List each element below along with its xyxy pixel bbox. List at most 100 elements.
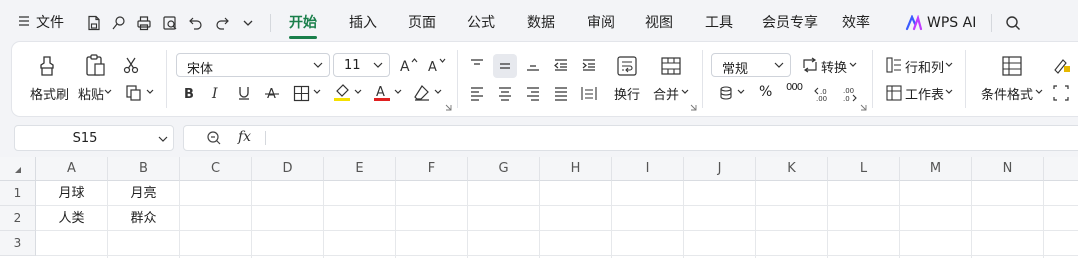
redo-icon[interactable] — [212, 13, 232, 33]
column-header-b[interactable]: B — [108, 157, 180, 181]
worksheet-icon[interactable] — [883, 82, 905, 104]
column-header-k[interactable]: K — [756, 157, 828, 181]
tab-efficiency[interactable]: 效率 — [842, 12, 870, 34]
column-header-a[interactable]: A — [36, 157, 108, 181]
conditional-format-icon[interactable] — [999, 53, 1025, 79]
column-header-l[interactable]: L — [828, 157, 900, 181]
column-header-d[interactable]: D — [252, 157, 324, 181]
chevron-down-icon[interactable] — [1035, 89, 1043, 95]
column-header-i[interactable]: I — [612, 157, 684, 181]
chevron-down-icon[interactable] — [354, 89, 362, 95]
cell-a3[interactable] — [36, 231, 108, 256]
more-chevron-down-icon[interactable] — [238, 13, 258, 33]
font-size-select[interactable]: 11 — [333, 53, 390, 77]
format-painter-icon[interactable] — [35, 54, 59, 78]
chevron-down-icon[interactable] — [104, 89, 112, 95]
wps-ai-button[interactable]: WPS AI — [927, 12, 976, 34]
tab-page[interactable]: 页面 — [408, 12, 436, 34]
column-header-m[interactable]: M — [900, 157, 972, 181]
column-header-c[interactable]: C — [180, 157, 252, 181]
chevron-down-icon[interactable] — [737, 89, 745, 95]
row-header-2[interactable]: 2 — [0, 206, 36, 231]
align-center-icon[interactable] — [494, 82, 516, 104]
fill-color-icon[interactable] — [331, 81, 353, 103]
new-file-icon[interactable] — [84, 13, 104, 33]
print-icon[interactable] — [134, 13, 154, 33]
increase-decimal-icon[interactable]: .0.00 — [811, 82, 833, 104]
cell-b1[interactable]: 月亮 — [108, 181, 180, 206]
dialog-launcher-icon[interactable] — [690, 104, 697, 111]
copy-icon[interactable] — [123, 82, 145, 104]
column-header-j[interactable]: J — [684, 157, 756, 181]
percent-button[interactable]: % — [759, 84, 772, 100]
file-menu[interactable]: 文件 — [36, 12, 64, 34]
merge-cells-icon[interactable] — [658, 53, 684, 79]
column-header-h[interactable]: H — [540, 157, 612, 181]
paste-button[interactable]: 粘贴 — [78, 84, 104, 103]
convert-icon[interactable] — [799, 54, 821, 76]
cell-a2[interactable]: 人类 — [36, 206, 108, 231]
distributed-align-icon[interactable] — [578, 82, 600, 104]
share-icon[interactable] — [109, 13, 129, 33]
paste-icon[interactable] — [83, 53, 107, 77]
menu-icon[interactable] — [18, 15, 30, 27]
tab-data[interactable]: 数据 — [527, 12, 555, 34]
chevron-down-icon[interactable] — [146, 89, 154, 95]
increase-indent-icon[interactable] — [578, 54, 600, 76]
chevron-down-icon[interactable] — [945, 89, 953, 95]
underline-icon[interactable] — [233, 82, 255, 104]
align-left-icon[interactable] — [466, 82, 488, 104]
dialog-launcher-icon[interactable] — [860, 104, 867, 111]
currency-stack-icon[interactable] — [715, 82, 737, 104]
wrap-text-button[interactable]: 换行 — [614, 84, 640, 103]
column-header-partial[interactable] — [1044, 157, 1078, 181]
italic-icon[interactable]: I — [205, 82, 227, 104]
chevron-down-icon[interactable] — [313, 89, 321, 95]
justify-icon[interactable] — [550, 82, 572, 104]
zoom-magnifier-icon[interactable] — [206, 130, 222, 146]
tab-formula[interactable]: 公式 — [467, 12, 495, 34]
clear-format-icon[interactable] — [411, 82, 433, 104]
font-name-select[interactable]: 宋体 — [176, 53, 330, 77]
chevron-down-icon[interactable] — [434, 89, 442, 95]
tab-member[interactable]: 会员专享 — [762, 12, 818, 34]
row-header-3[interactable]: 3 — [0, 231, 36, 256]
strikethrough-icon[interactable]: A — [261, 82, 283, 104]
wrap-text-icon[interactable] — [614, 53, 640, 79]
row-header-1[interactable]: 1 — [0, 181, 36, 206]
name-box[interactable]: S15 — [14, 125, 174, 151]
cell-b3[interactable] — [108, 231, 180, 256]
chevron-down-icon[interactable] — [681, 89, 689, 95]
align-bottom-icon[interactable] — [522, 54, 544, 76]
column-header-n[interactable]: N — [972, 157, 1044, 181]
align-middle-icon[interactable] — [493, 54, 517, 78]
cell-style-icon[interactable] — [1050, 82, 1072, 104]
merge-cells-button[interactable]: 合并 — [653, 84, 679, 103]
print-preview-icon[interactable] — [160, 13, 180, 33]
row-column-button[interactable]: 行和列 — [905, 57, 944, 76]
decrease-font-icon[interactable]: A — [426, 54, 448, 76]
conditional-format-button[interactable]: 条件格式 — [981, 84, 1033, 103]
chevron-down-icon[interactable] — [849, 62, 857, 68]
search-icon[interactable] — [1003, 13, 1023, 33]
formula-input[interactable] — [276, 130, 1066, 148]
align-right-icon[interactable] — [522, 82, 544, 104]
column-header-e[interactable]: E — [324, 157, 396, 181]
dialog-launcher-icon[interactable] — [445, 104, 452, 111]
column-header-f[interactable]: F — [396, 157, 468, 181]
decrease-indent-icon[interactable] — [550, 54, 572, 76]
cut-icon[interactable] — [120, 54, 142, 76]
tab-tools[interactable]: 工具 — [705, 12, 733, 34]
chevron-down-icon[interactable] — [394, 89, 402, 95]
undo-icon[interactable] — [186, 13, 206, 33]
worksheet-button[interactable]: 工作表 — [905, 84, 944, 103]
chevron-down-icon[interactable] — [158, 135, 168, 143]
bold-icon[interactable]: B — [178, 82, 200, 104]
font-color-icon[interactable]: A — [371, 81, 393, 103]
align-top-icon[interactable] — [466, 54, 488, 76]
tab-review[interactable]: 审阅 — [587, 12, 615, 34]
row-column-icon[interactable] — [883, 54, 905, 76]
column-header-g[interactable]: G — [468, 157, 540, 181]
decrease-decimal-icon[interactable]: .00.0 — [838, 82, 860, 104]
table-style-icon[interactable] — [1050, 54, 1072, 76]
